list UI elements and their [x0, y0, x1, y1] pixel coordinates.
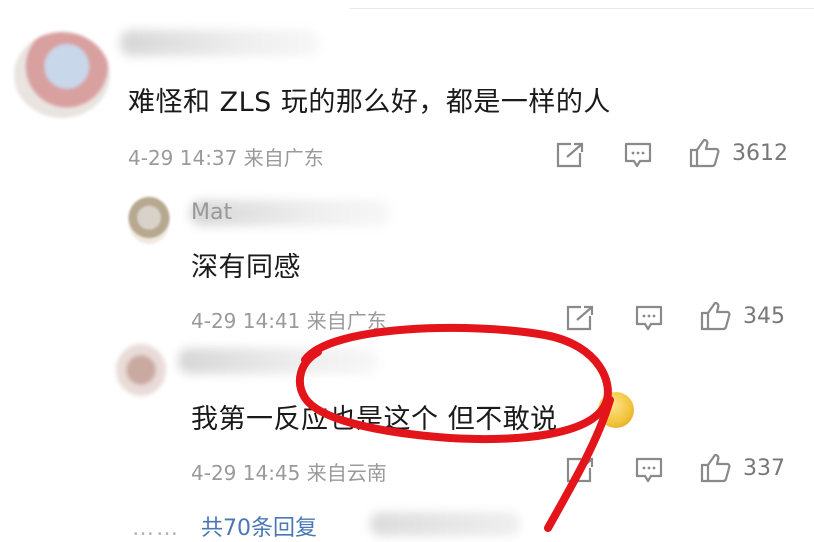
location: 来自广东 [243, 146, 324, 170]
avatar-main-commenter[interactable] [14, 32, 110, 118]
timestamp: 4-29 14:41 [191, 309, 301, 333]
share-icon[interactable] [565, 304, 595, 332]
like-count: 345 [743, 304, 785, 329]
location: 来自云南 [306, 461, 387, 485]
comment-icon[interactable] [634, 456, 664, 484]
like-icon[interactable] [699, 300, 733, 332]
reply-username[interactable]: Mat [191, 200, 232, 225]
share-icon[interactable] [565, 456, 595, 484]
like-count: 3612 [732, 141, 788, 166]
reply-text: 深有同感 [191, 252, 301, 283]
timestamp: 4-29 14:37 [128, 146, 238, 170]
comment-icon[interactable] [623, 141, 653, 169]
username-blurred[interactable] [120, 30, 320, 56]
reply-meta: 4-29 14:45 来自云南 [191, 457, 387, 486]
avatar-reply-1[interactable] [128, 196, 170, 244]
like-icon[interactable] [699, 452, 733, 484]
blurred-preview [370, 512, 520, 536]
username-blurred[interactable] [178, 348, 378, 374]
avatar-reply-2[interactable] [116, 344, 166, 396]
main-comment-meta: 4-29 14:37 来自广东 [128, 142, 324, 171]
emoji-icon [598, 392, 634, 428]
more-replies-link[interactable]: …… 共70条回复 [132, 510, 317, 542]
like-icon[interactable] [688, 137, 722, 169]
timestamp: 4-29 14:45 [191, 461, 301, 485]
main-comment-text: 难怪和 ZLS 玩的那么好，都是一样的人 [128, 87, 611, 118]
like-count: 337 [743, 456, 785, 481]
location: 来自广东 [306, 309, 387, 333]
ellipsis: …… [132, 516, 180, 541]
more-replies-label[interactable]: 共70条回复 [201, 516, 317, 541]
top-divider [350, 8, 814, 9]
reply-text: 我第一反应也是这个 但不敢说 [191, 404, 558, 435]
reply-meta: 4-29 14:41 来自广东 [191, 305, 387, 334]
comment-icon[interactable] [634, 304, 664, 332]
share-icon[interactable] [555, 141, 585, 169]
